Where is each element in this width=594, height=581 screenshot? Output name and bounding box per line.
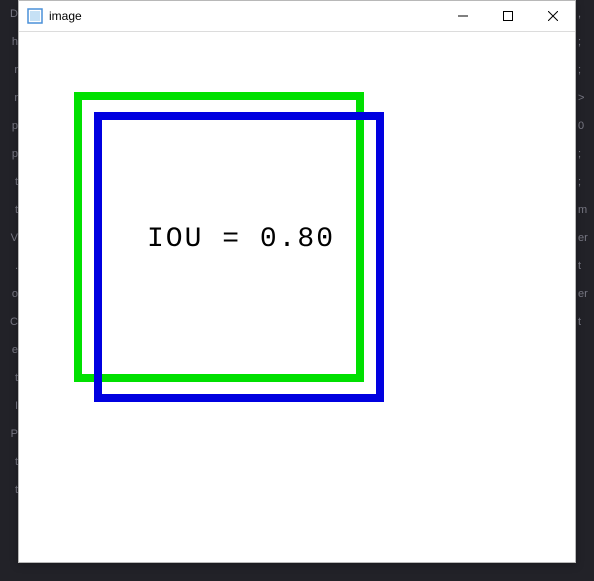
image-canvas: IOU = 0.80 xyxy=(19,32,575,562)
maximize-button[interactable] xyxy=(485,1,530,31)
editor-background-left: D h r r p p t t V . o C e t I P t t xyxy=(0,0,20,581)
iou-label: IOU = 0.80 xyxy=(147,224,335,255)
editor-background-right: , ; ; > 0 ; ; m er t er t xyxy=(576,0,594,581)
close-button[interactable] xyxy=(530,1,575,31)
window-title: image xyxy=(49,9,440,23)
minimize-button[interactable] xyxy=(440,1,485,31)
bounding-box-blue xyxy=(94,112,384,402)
app-icon xyxy=(27,8,43,24)
titlebar[interactable]: image xyxy=(19,1,575,32)
image-window: image IOU = 0.80 xyxy=(18,0,576,563)
